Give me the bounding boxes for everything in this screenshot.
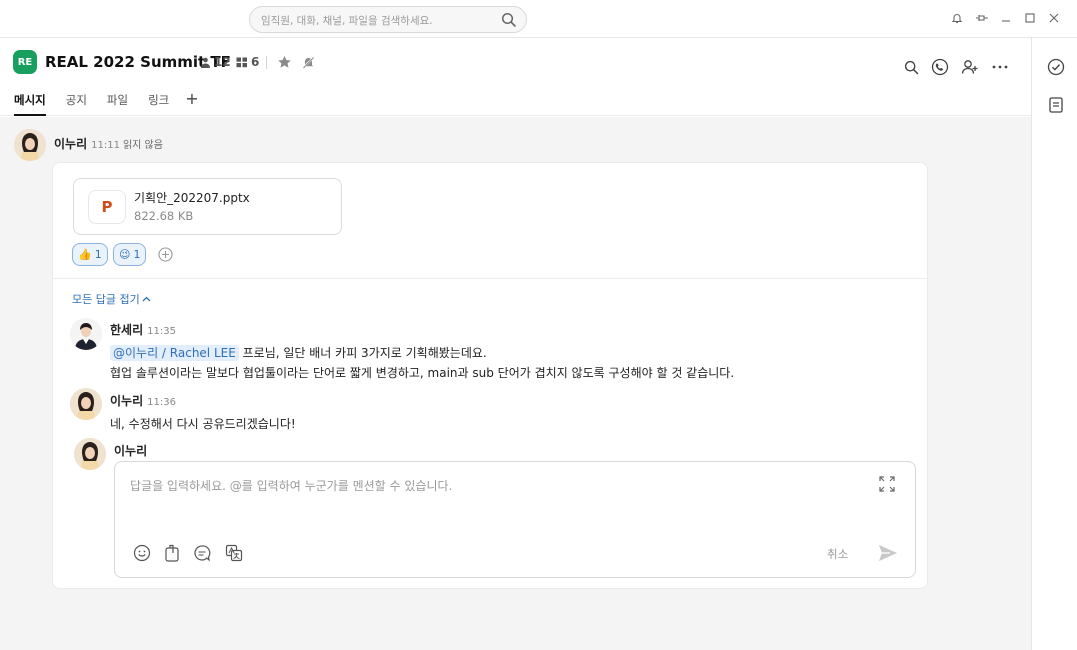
wink-icon: 😉 [119,248,131,261]
file-name: 기획안_202207.pptx [134,191,250,205]
right-rail [1031,38,1077,650]
channel-search-icon[interactable] [902,58,920,76]
tab-notices[interactable]: 공지 [56,90,97,116]
member-count-value: 12 [214,55,231,69]
thumbs-up-icon: 👍 [78,248,92,261]
notes-icon[interactable] [1047,96,1065,114]
mute-bell-icon[interactable] [299,53,317,71]
avatar[interactable] [70,388,102,420]
avatar[interactable] [70,318,102,350]
reply-author-name: 이누리 [110,394,144,408]
group-icon [236,57,247,67]
group-count-value: 6 [251,55,260,69]
invite-member-icon[interactable] [961,58,979,76]
global-search-box[interactable]: 임직원, 대화, 채널, 파일을 검색하세요. [249,6,527,33]
close-window-icon[interactable] [1047,11,1061,25]
channel-header: RE REAL 2022 Summit TF 12 6 메시지 공지 파일 링크… [0,38,1031,116]
file-size: 822.68 KB [134,209,194,223]
avatar[interactable] [14,129,46,161]
translate-icon[interactable] [225,544,243,562]
message-area: 이누리 11:11 읽지 않음 P 기획안_202207.pptx 822.68 K… [0,117,1031,650]
expand-icon[interactable] [879,476,895,492]
channel-tabs: 메시지 공지 파일 링크 + [0,90,205,116]
more-options-icon[interactable] [991,58,1009,76]
search-icon[interactable] [501,12,517,28]
tab-files[interactable]: 파일 [97,90,138,116]
avatar [74,438,106,470]
emoji-icon[interactable] [133,544,151,562]
title-bar: 임직원, 대화, 채널, 파일을 검색하세요. [0,0,1077,38]
mention-comment-icon[interactable] [193,544,211,562]
minimize-icon[interactable] [999,11,1013,25]
call-icon[interactable] [931,58,949,76]
group-count[interactable]: 6 [236,55,259,69]
message-card: P 기획안_202207.pptx 822.68 KB 👍 1 😉 1 모든 답… [52,162,928,589]
notification-bell-icon[interactable] [950,11,964,25]
collapse-replies-button[interactable]: 모든 답글 접기 [72,291,151,307]
reaction-thumbs-up[interactable]: 👍 1 [72,243,108,266]
add-reaction-icon[interactable] [158,247,173,262]
reply-text-line1: 프로님, 일단 배너 카피 3가지로 기획해봤는데요. [238,346,487,360]
reply-input[interactable]: 답글을 입력하세요. @를 입력하여 누군가를 멘션할 수 있습니다. [130,477,452,494]
mention-tag[interactable]: @이누리 / Rachel LEE [110,345,239,361]
reply-author-name: 한세리 [110,323,144,337]
collapse-replies-label: 모든 답글 접기 [72,293,140,306]
person-icon [201,57,210,68]
message-author: 이누리 11:11 읽지 않음 [54,135,163,152]
pptx-file-icon: P [88,190,126,224]
reply-time: 11:35 [147,326,176,337]
attach-file-icon[interactable] [163,544,181,562]
reply-text: 네, 수정해서 다시 공유드리겠습니다! [110,417,296,431]
add-tab-icon[interactable]: + [179,90,204,116]
file-attachment[interactable]: P 기획안_202207.pptx 822.68 KB [73,178,342,235]
message-author-name: 이누리 [54,137,88,151]
header-divider [266,56,267,69]
thread-divider [53,278,927,279]
send-icon[interactable] [877,542,899,564]
tab-messages[interactable]: 메시지 [0,90,56,116]
reaction-count: 1 [133,248,141,261]
reaction-count: 1 [94,248,102,261]
reply-time: 11:36 [147,397,176,408]
composer-author: 이누리 [114,444,148,458]
reaction-wink[interactable]: 😉 1 [113,243,147,266]
reply-author: 한세리 11:35 [110,321,176,338]
unread-status: 읽지 않음 [122,140,163,151]
cancel-button[interactable]: 취소 [827,546,848,562]
message-time: 11:11 [91,140,120,151]
reply-author: 이누리 11:36 [110,392,176,409]
search-placeholder: 임직원, 대화, 채널, 파일을 검색하세요. [261,15,433,27]
reply-composer[interactable]: 답글을 입력하세요. @를 입력하여 누군가를 멘션할 수 있습니다. 취소 [114,461,916,578]
tab-links[interactable]: 링크 [138,90,179,116]
reply-text-line2: 협업 솔루션이라는 말보다 협업툴이라는 단어로 짧게 변경하고, main과 … [110,366,735,380]
reply-text: @이누리 / Rachel LEE 프로님, 일단 배너 카피 3가지로 기획해… [110,344,487,361]
maximize-icon[interactable] [1023,11,1037,25]
channel-badge: RE [13,50,37,74]
member-count[interactable]: 12 [200,55,231,69]
todo-check-icon[interactable] [1047,58,1065,76]
pin-window-icon[interactable] [975,11,989,25]
chevron-up-icon [142,296,151,302]
star-icon[interactable] [275,53,293,71]
